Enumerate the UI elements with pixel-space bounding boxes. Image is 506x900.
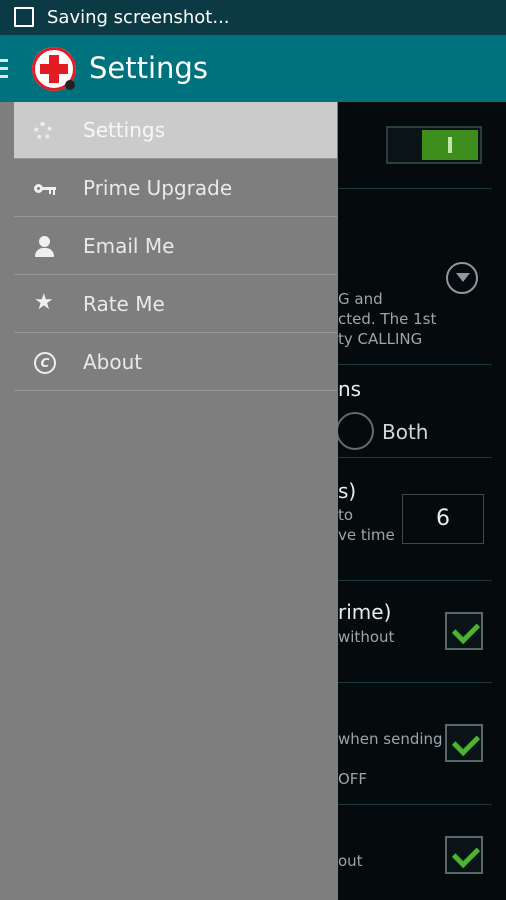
main-toggle-switch[interactable] <box>386 126 482 164</box>
drawer-item-label: Settings <box>83 118 166 142</box>
status-bar: Saving screenshot... <box>0 0 506 35</box>
drawer-toggle-icon[interactable] <box>0 59 8 79</box>
divider <box>338 364 492 365</box>
copyright-icon: C <box>34 352 56 374</box>
star-icon: ★ <box>34 290 54 315</box>
dropdown-arrow-icon[interactable] <box>446 262 478 294</box>
setting-description: cted. The 1st <box>338 310 437 328</box>
drawer-item-label: About <box>83 350 143 374</box>
setting-heading: s) <box>338 479 357 503</box>
divider <box>338 580 492 581</box>
setting-description: ty CALLING <box>338 330 423 348</box>
drawer-item-prime-upgrade[interactable]: Prime Upgrade <box>14 160 337 217</box>
divider <box>338 804 492 805</box>
setting-description: when sending <box>338 730 443 748</box>
checkbox[interactable] <box>445 612 483 650</box>
divider <box>338 188 492 189</box>
setting-description: G and <box>338 290 383 308</box>
page-title: Settings <box>89 51 208 85</box>
setting-description: to <box>338 506 354 524</box>
radio-label-both: Both <box>382 420 429 444</box>
divider <box>338 457 492 458</box>
person-icon <box>34 236 56 258</box>
app-logo-icon[interactable] <box>32 47 76 91</box>
action-bar: Settings <box>0 35 506 102</box>
drawer-item-settings[interactable]: Settings <box>14 102 337 159</box>
drawer-item-label: Prime Upgrade <box>83 176 233 200</box>
setting-heading: ns <box>338 377 362 401</box>
drawer-item-rate-me[interactable]: ★ Rate Me <box>14 276 337 333</box>
checkbox[interactable] <box>445 724 483 762</box>
setting-description: OFF <box>338 770 368 788</box>
checkbox[interactable] <box>445 836 483 874</box>
divider <box>338 682 492 683</box>
number-input[interactable]: 6 <box>402 494 484 544</box>
key-icon <box>34 178 56 200</box>
drawer-item-email-me[interactable]: Email Me <box>14 218 337 275</box>
setting-heading: rime) <box>338 600 392 624</box>
setting-description: ve time <box>338 526 395 544</box>
navigation-drawer: Settings Prime Upgrade Email Me ★ Rate M… <box>0 102 338 900</box>
setting-description: without <box>338 628 395 646</box>
gear-icon <box>34 122 52 140</box>
drawer-item-label: Rate Me <box>83 292 165 316</box>
setting-description: out <box>338 852 363 870</box>
screenshot-icon <box>14 7 34 27</box>
radio-button[interactable] <box>336 412 374 450</box>
status-text: Saving screenshot... <box>47 7 230 28</box>
drawer-item-label: Email Me <box>83 234 175 258</box>
drawer-item-about[interactable]: C About <box>14 334 337 391</box>
